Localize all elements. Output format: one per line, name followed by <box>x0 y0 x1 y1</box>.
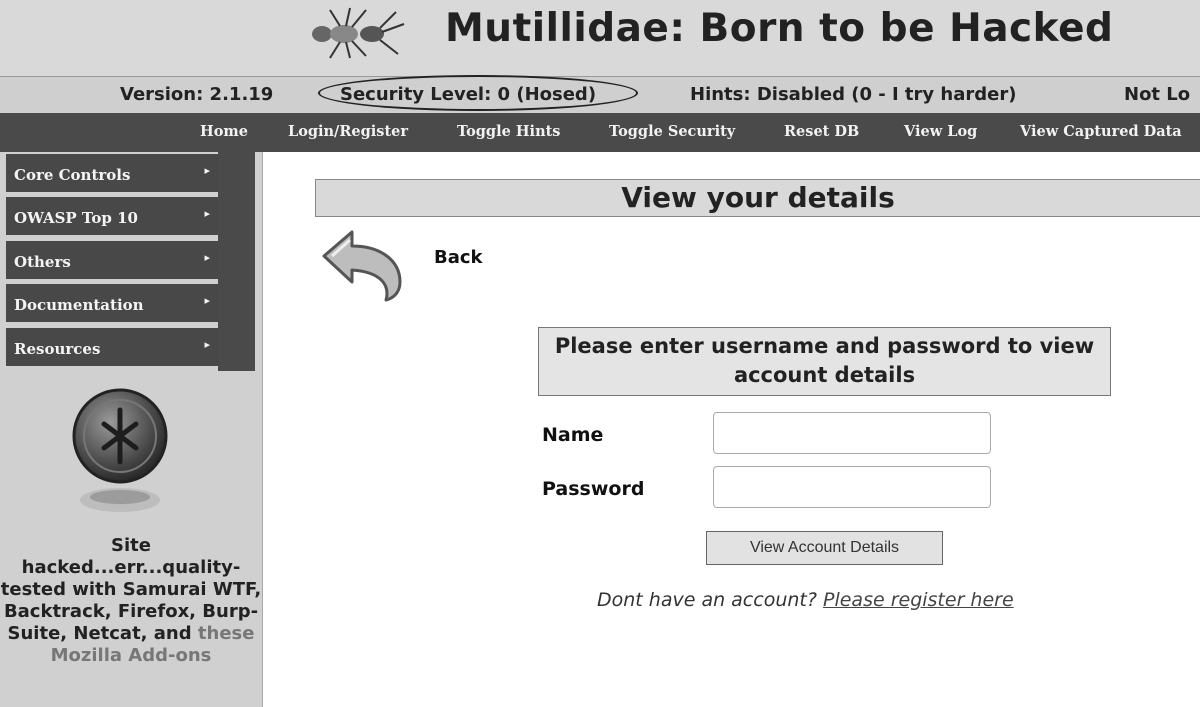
sidebar-item-others[interactable]: Others ▸ <box>6 241 218 281</box>
menu-view-captured-data[interactable]: View Captured Data <box>1020 123 1182 140</box>
name-label: Name <box>542 424 604 446</box>
password-label: Password <box>542 478 645 500</box>
hints-status-text: Hints: Disabled (0 - I try harder) <box>690 84 1017 105</box>
register-link[interactable]: Please register here <box>823 589 1014 611</box>
sidebar-item-core-controls[interactable]: Core Controls ▸ <box>6 154 218 194</box>
submenu-arrow-icon: ▸ <box>204 164 210 177</box>
form-title: Please enter username and password to vi… <box>538 327 1111 396</box>
menu-home[interactable]: Home <box>200 123 248 140</box>
owasp-logo-icon <box>72 388 168 512</box>
menu-toggle-security[interactable]: Toggle Security <box>609 123 735 140</box>
status-bar: Version: 2.1.19 Security Level: 0 (Hosed… <box>0 76 1200 113</box>
sidebar-item-label: Others <box>14 253 71 271</box>
register-prompt-text: Dont have an account? <box>597 589 817 611</box>
password-input[interactable] <box>713 466 991 508</box>
register-prompt-line: Dont have an account? Please register he… <box>597 589 1014 611</box>
submenu-arrow-icon: ▸ <box>204 294 210 307</box>
sidebar-menu-backdrop <box>218 152 255 371</box>
view-account-details-button[interactable]: View Account Details <box>706 531 943 565</box>
sidebar-item-documentation[interactable]: Documentation ▸ <box>6 284 218 324</box>
sidebar-blurb: Site hacked...err...quality-tested with … <box>0 535 262 667</box>
sidebar-item-resources[interactable]: Resources ▸ <box>6 328 218 368</box>
submenu-arrow-icon: ▸ <box>204 207 210 220</box>
site-header: Mutillidae: Born to be Hacked <box>0 0 1200 76</box>
sidebar-item-label: Core Controls <box>14 166 131 184</box>
sidebar-item-label: OWASP Top 10 <box>14 209 138 227</box>
back-arrow-icon[interactable] <box>318 226 406 302</box>
back-link[interactable]: Back <box>434 247 483 268</box>
page-title: View your details <box>315 179 1200 217</box>
name-input[interactable] <box>713 412 991 454</box>
site-title: Mutillidae: Born to be Hacked <box>445 6 1114 51</box>
login-status-text: Not Lo <box>1124 84 1191 105</box>
menu-reset-db[interactable]: Reset DB <box>784 123 859 140</box>
security-level-text: Security Level: 0 (Hosed) <box>340 84 597 105</box>
version-text: Version: 2.1.19 <box>120 84 274 105</box>
sidebar-item-owasp-top-10[interactable]: OWASP Top 10 ▸ <box>6 197 218 237</box>
ant-logo-icon <box>312 7 405 59</box>
top-menu: Home Login/Register Toggle Hints Toggle … <box>0 113 1200 152</box>
menu-view-log[interactable]: View Log <box>904 123 977 140</box>
submenu-arrow-icon: ▸ <box>204 251 210 264</box>
sidebar-item-label: Documentation <box>14 296 144 314</box>
sidebar-item-label: Resources <box>14 340 101 358</box>
submenu-arrow-icon: ▸ <box>204 338 210 351</box>
menu-toggle-hints[interactable]: Toggle Hints <box>457 123 560 140</box>
sidebar: Core Controls ▸ OWASP Top 10 ▸ Others ▸ … <box>0 152 263 707</box>
menu-login-register[interactable]: Login/Register <box>288 123 408 140</box>
